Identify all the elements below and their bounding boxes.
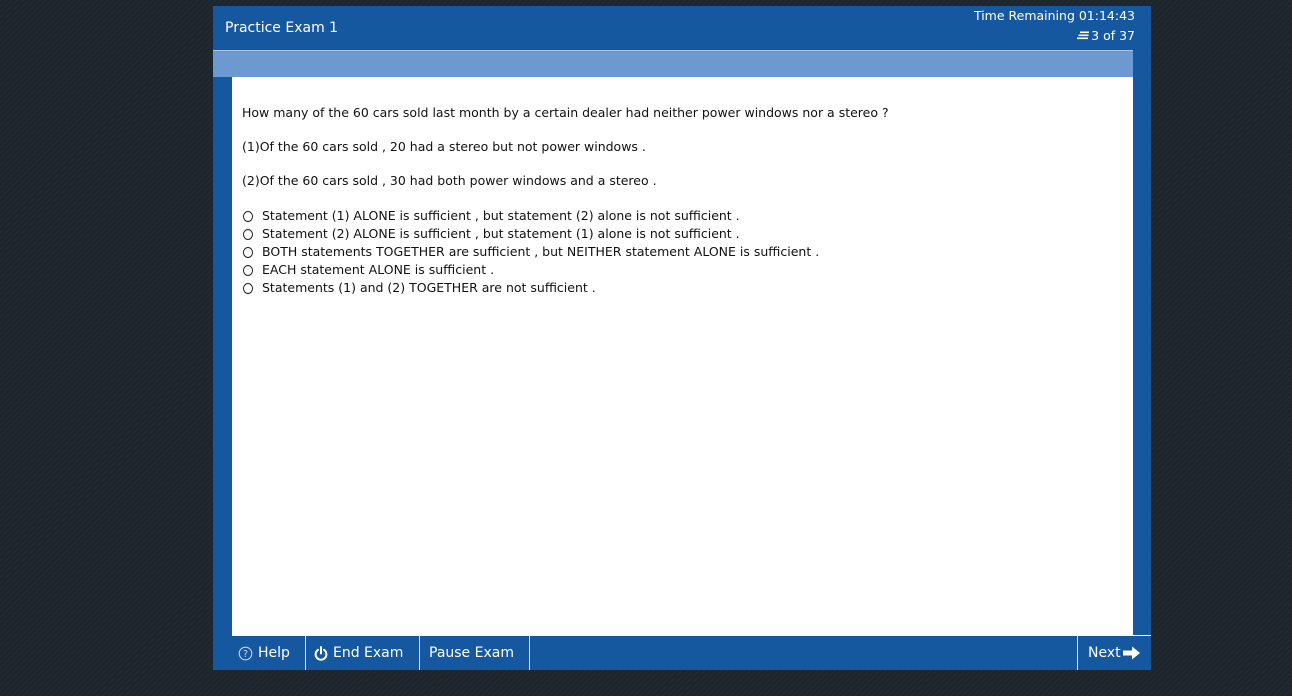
arrow-right-icon — [1122, 646, 1141, 660]
pause-exam-button[interactable]: Pause Exam — [420, 636, 530, 670]
question-stem: How many of the 60 cars sold last month … — [242, 105, 889, 120]
answer-choice-label: Statements (1) and (2) TOGETHER are not … — [262, 280, 596, 295]
next-label: Next — [1088, 645, 1121, 661]
answer-choice-label: Statement (2) ALONE is sufficient , but … — [262, 226, 740, 241]
answer-choice-a[interactable]: Statement (1) ALONE is sufficient , but … — [242, 207, 819, 225]
radio-button[interactable] — [243, 282, 253, 294]
help-button[interactable]: ? Help — [232, 636, 306, 670]
exam-window: Practice Exam 1 Time Remaining 01:14:43 … — [213, 6, 1151, 670]
answer-choice-b[interactable]: Statement (2) ALONE is sufficient , but … — [242, 225, 819, 243]
question-panel: How many of the 60 cars sold last month … — [232, 77, 1133, 635]
answer-choice-c[interactable]: BOTH statements TOGETHER are sufficient … — [242, 243, 819, 261]
next-button[interactable]: Next — [1077, 636, 1151, 670]
review-list-icon[interactable] — [1077, 31, 1090, 41]
toolbar-strip — [213, 50, 1133, 77]
help-circle-icon: ? — [238, 646, 253, 661]
progress-text: 3 of 37 — [1091, 28, 1135, 43]
answer-choices: Statement (1) ALONE is sufficient , but … — [242, 207, 819, 297]
end-exam-button[interactable]: End Exam — [306, 636, 420, 670]
time-remaining: Time Remaining 01:14:43 — [973, 8, 1135, 23]
end-exam-label: End Exam — [333, 645, 404, 661]
statement-1: (1)Of the 60 cars sold , 20 had a stereo… — [242, 139, 646, 154]
question-progress[interactable]: 3 of 37 — [1077, 28, 1135, 43]
statement-2: (2)Of the 60 cars sold , 30 had both pow… — [242, 173, 657, 188]
pause-exam-label: Pause Exam — [429, 645, 514, 661]
exam-header: Practice Exam 1 Time Remaining 01:14:43 … — [213, 6, 1151, 50]
answer-choice-d[interactable]: EACH statement ALONE is sufficient . — [242, 261, 819, 279]
help-label: Help — [258, 645, 290, 661]
radio-button[interactable] — [243, 210, 253, 222]
answer-choice-label: Statement (1) ALONE is sufficient , but … — [262, 208, 740, 223]
radio-button[interactable] — [243, 264, 253, 276]
exam-footer: ? Help End Exam Pause Exam Next — [232, 635, 1151, 670]
radio-button[interactable] — [243, 228, 253, 240]
power-icon — [314, 645, 328, 661]
answer-choice-e[interactable]: Statements (1) and (2) TOGETHER are not … — [242, 279, 819, 297]
answer-choice-label: EACH statement ALONE is sufficient . — [262, 262, 495, 277]
frame-right-border — [1133, 50, 1151, 635]
exam-title: Practice Exam 1 — [225, 20, 339, 36]
answer-choice-label: BOTH statements TOGETHER are sufficient … — [262, 244, 820, 259]
radio-button[interactable] — [243, 246, 253, 258]
svg-text:?: ? — [243, 649, 248, 660]
